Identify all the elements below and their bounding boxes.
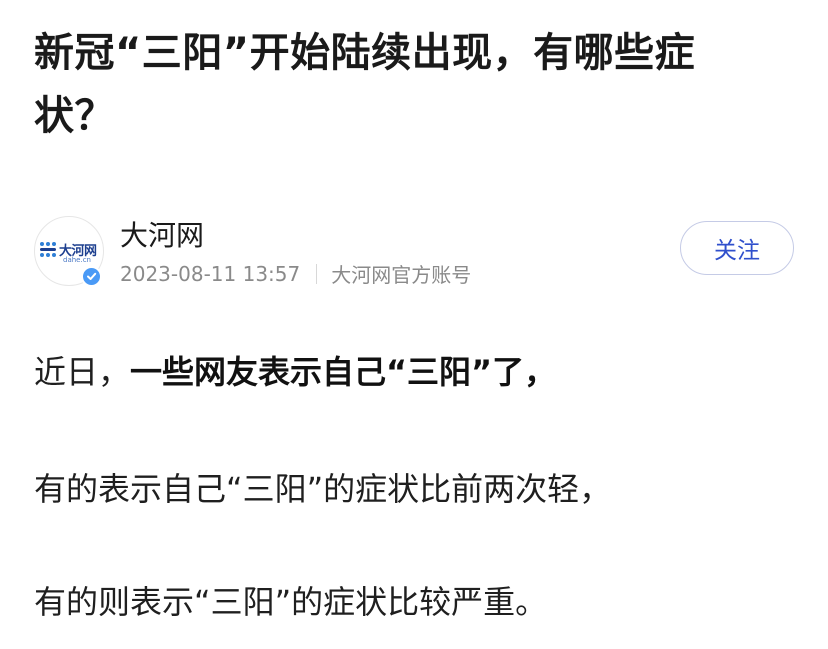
article-paragraph: 有的表示自己“三阳”的症状比前两次轻，: [34, 470, 612, 508]
avatar-logo-subtext: dahe.cn: [63, 256, 91, 264]
verified-check-icon: [81, 266, 102, 287]
account-type-label: 大河网官方账号: [331, 263, 472, 287]
author-name[interactable]: 大河网: [120, 214, 204, 254]
author-avatar[interactable]: 大河网 dahe.cn: [34, 216, 104, 287]
article-paragraph: 有的则表示“三阳”的症状比较严重。: [34, 583, 548, 621]
meta-divider: [316, 263, 318, 284]
follow-button[interactable]: 关注: [680, 221, 794, 275]
article-meta: 2023-08-11 13:57 大河网官方账号: [120, 259, 471, 288]
article-paragraph: 近日，一些网友表示自己“三阳”了，: [34, 350, 556, 394]
dahe-logo-icon: [40, 242, 56, 257]
author-bar: 大河网 dahe.cn 大河网 2023-08-11 13:57 大河网官方账号…: [34, 212, 796, 288]
paragraph-bold-text: 一些网友表示自己“三阳”了，: [130, 353, 557, 391]
publish-timestamp: 2023-08-11 13:57: [120, 261, 301, 286]
paragraph-text: 近日，: [34, 353, 131, 391]
article-headline: 新冠“三阳”开始陆续出现，有哪些症状？: [34, 30, 696, 139]
